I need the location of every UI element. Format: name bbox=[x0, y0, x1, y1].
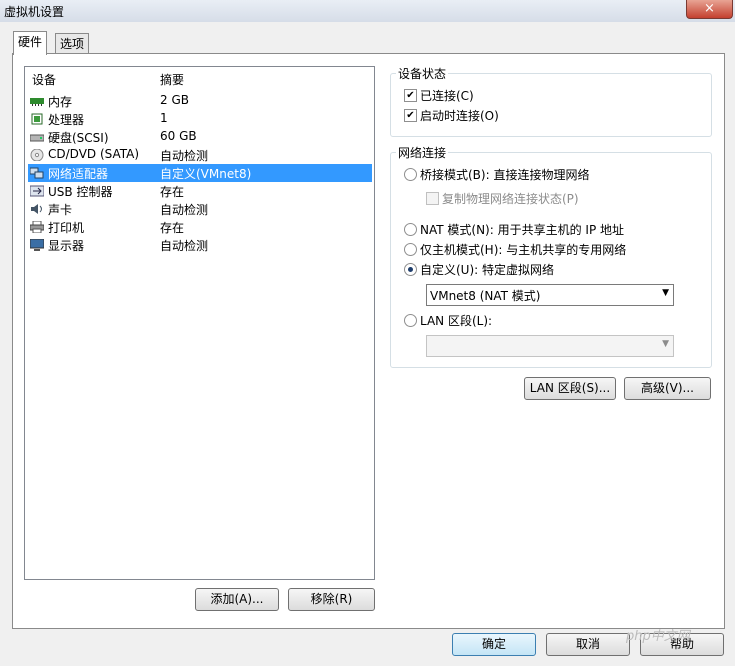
connect-at-power-on-checkbox[interactable]: ✔ bbox=[404, 109, 417, 122]
device-summary: 自动检测 bbox=[160, 203, 209, 217]
chevron-down-icon: ▼ bbox=[662, 288, 669, 298]
tab-options[interactable]: 选项 bbox=[55, 33, 90, 54]
device-name: 硬盘(SCSI) bbox=[48, 131, 109, 145]
replicate-state-label[interactable]: 复制物理网络连接状态(P) bbox=[442, 190, 579, 207]
custom-network-value: VMnet8 (NAT 模式) bbox=[430, 289, 541, 303]
device-summary: 1 bbox=[160, 111, 168, 125]
advanced-button[interactable]: 高级(V)... bbox=[624, 377, 711, 400]
device-row-network-adapter[interactable]: 网络适配器 自定义(VMnet8) bbox=[28, 164, 372, 182]
chevron-down-icon: ▼ bbox=[662, 339, 669, 349]
bridged-label[interactable]: 桥接模式(B): 直接连接物理网络 bbox=[420, 166, 589, 183]
custom-label[interactable]: 自定义(U): 特定虚拟网络 bbox=[420, 261, 554, 278]
device-summary: 60 GB bbox=[160, 129, 197, 143]
device-column-header[interactable]: 设备 bbox=[32, 71, 56, 88]
network-connection-label: 网络连接 bbox=[396, 144, 449, 161]
custom-radio[interactable] bbox=[404, 263, 417, 276]
host-only-label[interactable]: 仅主机模式(H): 与主机共享的专用网络 bbox=[420, 241, 626, 258]
close-icon: × bbox=[704, 1, 715, 16]
device-row-cd-dvd[interactable]: CD/DVD (SATA) 自动检测 bbox=[28, 146, 372, 164]
device-row-display[interactable]: 显示器 自动检测 bbox=[28, 236, 372, 254]
device-summary: 存在 bbox=[160, 221, 185, 235]
nat-radio[interactable] bbox=[404, 223, 417, 236]
usb-icon bbox=[30, 185, 44, 197]
device-summary: 自动检测 bbox=[160, 149, 209, 163]
custom-network-select[interactable]: VMnet8 (NAT 模式) ▼ bbox=[426, 284, 674, 306]
device-summary: 自动检测 bbox=[160, 239, 209, 253]
title-bar bbox=[0, 0, 735, 22]
close-button[interactable]: × bbox=[686, 0, 733, 19]
nat-label[interactable]: NAT 模式(N): 用于共享主机的 IP 地址 bbox=[420, 221, 624, 238]
add-device-button[interactable]: 添加(A)... bbox=[195, 588, 279, 611]
device-row-sound-card[interactable]: 声卡 自动检测 bbox=[28, 200, 372, 218]
watermark: php中文网 bbox=[626, 629, 690, 644]
device-name: 打印机 bbox=[48, 221, 85, 235]
harddisk-icon bbox=[30, 134, 44, 142]
device-row-memory[interactable]: 内存 2 GB bbox=[28, 92, 372, 110]
cd-dvd-icon bbox=[30, 149, 44, 161]
tab-hardware[interactable]: 硬件 bbox=[13, 31, 48, 55]
device-name: 内存 bbox=[48, 95, 73, 109]
device-summary: 存在 bbox=[160, 185, 185, 199]
lan-segment-label[interactable]: LAN 区段(L): bbox=[420, 312, 492, 329]
printer-icon bbox=[30, 221, 44, 233]
bridged-radio[interactable] bbox=[404, 168, 417, 181]
host-only-radio[interactable] bbox=[404, 243, 417, 256]
remove-device-button[interactable]: 移除(R) bbox=[288, 588, 375, 611]
replicate-state-checkbox[interactable] bbox=[426, 192, 439, 205]
device-row-harddisk[interactable]: 硬盘(SCSI) 60 GB bbox=[28, 128, 372, 146]
summary-column-header[interactable]: 摘要 bbox=[160, 71, 184, 88]
device-row-processor[interactable]: 处理器 1 bbox=[28, 110, 372, 128]
display-icon bbox=[30, 239, 44, 251]
network-adapter-icon bbox=[30, 167, 44, 179]
device-name: 声卡 bbox=[48, 203, 73, 217]
device-row-usb[interactable]: USB 控制器 存在 bbox=[28, 182, 372, 200]
device-status-group bbox=[390, 73, 712, 137]
device-status-label: 设备状态 bbox=[396, 65, 449, 82]
device-row-printer[interactable]: 打印机 存在 bbox=[28, 218, 372, 236]
memory-icon bbox=[30, 98, 44, 106]
lan-segment-radio[interactable] bbox=[404, 314, 417, 327]
sound-card-icon bbox=[31, 204, 42, 214]
connected-checkbox[interactable]: ✔ bbox=[404, 89, 417, 102]
lan-segments-button[interactable]: LAN 区段(S)... bbox=[524, 377, 616, 400]
device-name: 显示器 bbox=[48, 239, 85, 253]
processor-icon bbox=[31, 113, 43, 125]
device-name: 处理器 bbox=[48, 113, 85, 127]
device-name: USB 控制器 bbox=[48, 185, 113, 199]
cancel-button[interactable]: 取消 bbox=[546, 633, 630, 656]
connected-label[interactable]: 已连接(C) bbox=[420, 87, 474, 104]
lan-segment-select[interactable]: ▼ bbox=[426, 335, 674, 357]
device-name: 网络适配器 bbox=[48, 167, 109, 181]
connect-at-power-on-label[interactable]: 启动时连接(O) bbox=[420, 107, 499, 124]
window-title: 虚拟机设置 bbox=[4, 5, 65, 19]
device-name: CD/DVD (SATA) bbox=[48, 147, 140, 161]
ok-button[interactable]: 确定 bbox=[452, 633, 536, 656]
device-summary: 自定义(VMnet8) bbox=[160, 167, 252, 181]
device-summary: 2 GB bbox=[160, 93, 189, 107]
